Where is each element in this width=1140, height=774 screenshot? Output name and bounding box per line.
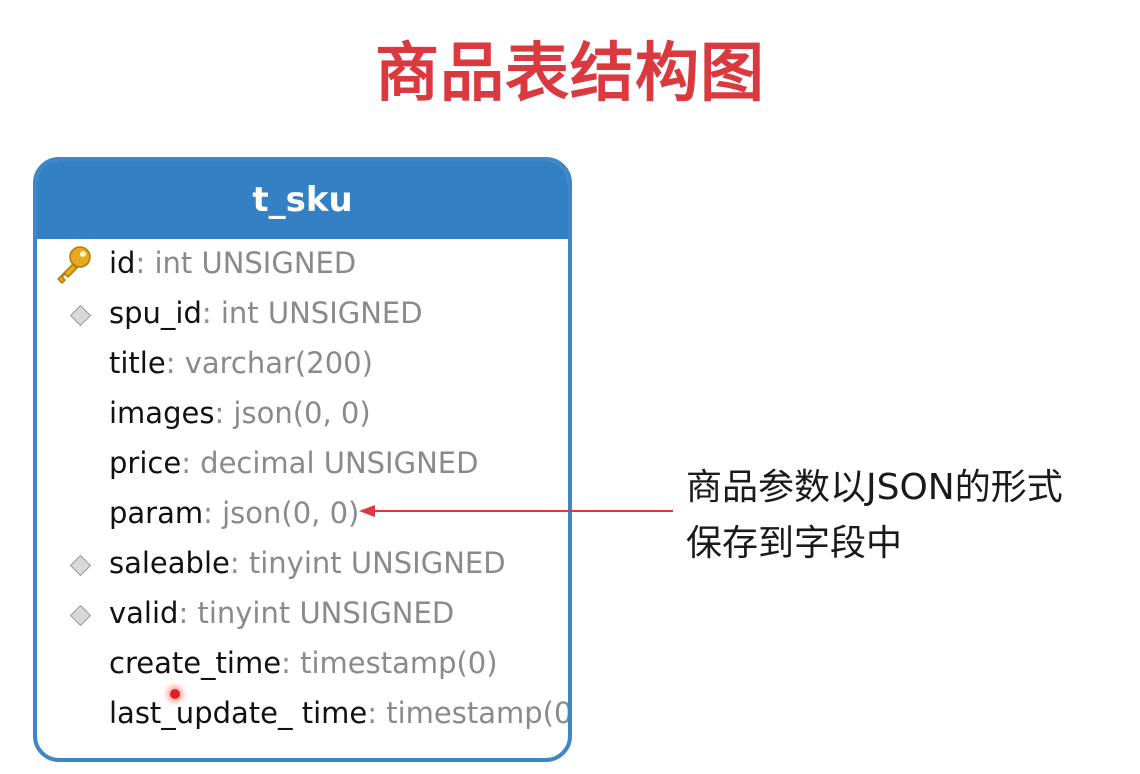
column-row-title[interactable]: title: varchar(200) xyxy=(37,339,568,387)
column-row-valid[interactable]: valid: tinyint UNSIGNED xyxy=(37,589,568,637)
diamond-icon xyxy=(69,304,92,327)
key-icon xyxy=(57,246,91,284)
cursor-indicator xyxy=(170,689,180,699)
column-label: id: int UNSIGNED xyxy=(109,246,357,280)
column-label: param: json(0, 0) xyxy=(109,496,360,530)
column-label: valid: tinyint UNSIGNED xyxy=(109,596,455,630)
column-row-images[interactable]: images: json(0, 0) xyxy=(37,389,568,437)
annotation-arrow xyxy=(359,505,673,517)
column-label: price: decimal UNSIGNED xyxy=(109,446,479,480)
column-row-price[interactable]: price: decimal UNSIGNED xyxy=(37,439,568,487)
column-label: saleable: tinyint UNSIGNED xyxy=(109,546,506,580)
column-row-create-time[interactable]: create_time: timestamp(0) xyxy=(37,639,568,687)
column-row-last-update-time[interactable]: last_update_ time: timestamp(0) xyxy=(37,689,568,737)
page-title: 商品表结构图 xyxy=(375,37,765,111)
column-row-saleable[interactable]: saleable: tinyint UNSIGNED xyxy=(37,539,568,587)
column-row-spu-id[interactable]: spu_id: int UNSIGNED xyxy=(37,289,568,337)
diamond-icon xyxy=(69,604,92,627)
annotation-text: 商品参数以JSON的形式保存到字段中 xyxy=(686,467,1063,564)
column-label: images: json(0, 0) xyxy=(109,396,371,430)
column-label: title: varchar(200) xyxy=(109,346,373,380)
column-label: spu_id: int UNSIGNED xyxy=(109,296,423,330)
table-name-header: t_sku xyxy=(37,161,568,239)
column-row-id[interactable]: id: int UNSIGNED xyxy=(37,239,568,287)
diamond-icon xyxy=(69,554,92,577)
table-entity-t-sku[interactable]: t_sku id: int UNSIGNED spu_id: int UNSIG… xyxy=(33,157,572,762)
column-label: create_time: timestamp(0) xyxy=(109,646,498,680)
